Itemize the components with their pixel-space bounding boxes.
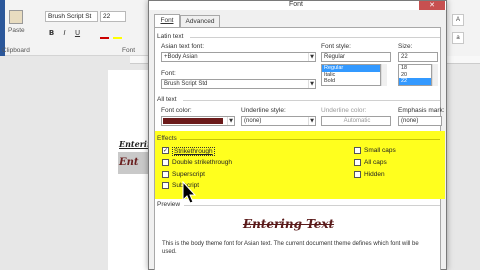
paste-label[interactable]: Paste [8,27,25,34]
font-value: Brush Script Std [164,81,208,87]
subscript-checkbox[interactable] [162,182,169,189]
chevron-down-icon[interactable]: ▼ [308,80,315,88]
font-style-input[interactable]: Regular [321,52,391,62]
size-input[interactable]: 22 [398,52,438,62]
font-color-label: Font color: [161,107,192,114]
tab-advanced[interactable]: Advanced [180,15,220,27]
asian-font-label: Asian text font: [161,43,204,50]
effects-heading: Effects [157,135,177,142]
font-group-label: Font [122,47,136,54]
underline-button[interactable]: U [73,29,82,38]
small-caps-checkbox[interactable] [354,147,361,154]
paste-icon[interactable] [9,10,23,24]
size-list[interactable]: 18 20 22 [398,64,432,86]
font-size-box[interactable]: 22 [100,11,126,22]
list-item[interactable]: 22 [399,78,431,85]
font-name-box[interactable]: Brush Script St [45,11,98,22]
all-caps-label[interactable]: All caps [364,159,387,166]
hidden-label[interactable]: Hidden [364,171,385,178]
chevron-down-icon[interactable]: ▼ [308,53,315,61]
font-color-select[interactable] [161,116,235,126]
document-text-selected[interactable]: Ent [119,157,139,168]
asian-font-select[interactable]: +Body Asian [161,52,316,62]
small-caps-label[interactable]: Small caps [364,147,396,154]
italic-button[interactable]: I [60,29,69,38]
underline-style-label: Underline style: [241,107,286,114]
list-item[interactable]: Bold [322,78,380,85]
mouse-cursor-icon [182,181,196,204]
font-style-list[interactable]: Regular Italic Bold [321,64,381,86]
chevron-down-icon[interactable]: ▼ [308,117,315,125]
underline-style-select[interactable]: (none) [241,116,316,126]
emphasis-label: Emphasis mark: [398,107,445,114]
asian-font-value: +Body Asian [164,54,198,60]
font-select[interactable]: Brush Script Std [161,79,316,89]
font-label: Font: [161,70,176,77]
effects-divider [180,139,440,140]
double-strikethrough-label[interactable]: Double strikethrough [172,159,232,166]
tab-font-label: Font [160,17,174,24]
underline-color-select[interactable]: Automatic [321,116,391,126]
underline-style-value: (none) [244,118,262,124]
superscript-label[interactable]: Superscript [172,171,205,178]
double-strikethrough-checkbox[interactable] [162,159,169,166]
emphasis-value: (none) [401,118,419,124]
preview-heading: Preview [157,201,181,208]
font-style-scrollbar[interactable] [381,64,387,86]
strikethrough-label[interactable]: Strikethrough [172,147,215,156]
style-preview-icon-2[interactable]: a [452,32,464,44]
size-label: Size: [398,43,413,50]
chevron-down-icon[interactable]: ▼ [227,117,234,125]
styles-panel [447,0,480,56]
close-icon[interactable]: ✕ [419,1,445,10]
tab-advanced-label: Advanced [185,18,215,25]
font-color-swatch [163,118,223,124]
bold-button[interactable]: B [47,29,56,38]
font-style-label: Font style: [321,43,351,50]
latin-divider [190,37,440,38]
preview-box: Entering Text [162,212,415,236]
emphasis-select[interactable]: (none) [398,116,442,126]
strikethrough-checkbox[interactable]: ✓ [162,147,169,154]
tab-font[interactable]: Font [154,14,180,27]
style-preview-icon[interactable]: A [452,14,464,26]
underline-color-value: Automatic [343,118,371,124]
dialog-title: Font [289,1,304,8]
hidden-checkbox[interactable] [354,171,361,178]
all-caps-checkbox[interactable] [354,159,361,166]
underline-color-label: Underline color: [321,107,367,114]
all-text-heading: All text [157,96,177,103]
size-scrollbar[interactable] [432,64,438,86]
highlight-icon[interactable] [113,30,122,39]
all-text-divider [183,100,440,101]
latin-text-heading: Latin text [157,33,184,40]
preview-note: This is the body theme font for Asian te… [162,241,419,255]
superscript-checkbox[interactable] [162,171,169,178]
preview-text: Entering Text [242,217,335,231]
clipboard-group-label: Clipboard [2,47,30,54]
font-color-icon[interactable] [100,30,109,39]
preview-divider [184,205,440,206]
